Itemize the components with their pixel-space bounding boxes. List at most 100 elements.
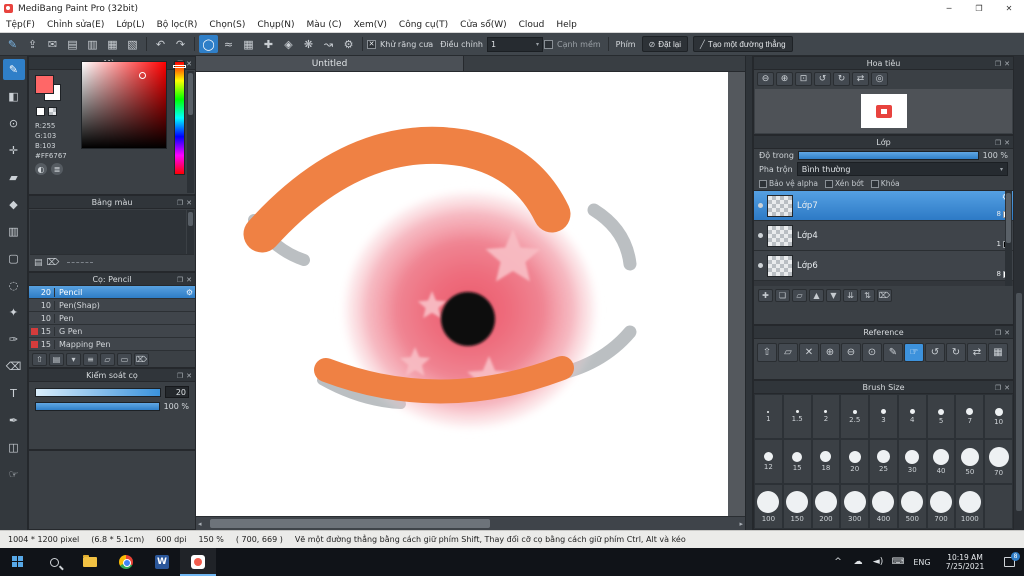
scroll-thumb[interactable] [188,73,193,115]
layer-row[interactable]: Lớp6 8 [754,251,1013,281]
popout-icon[interactable]: ❐ [177,199,183,207]
brush-size-cell[interactable]: 100 [754,484,783,529]
hand-icon[interactable]: ☞ [904,343,924,362]
close-icon[interactable]: ✕ [186,372,192,380]
layer-up-icon[interactable]: ▲ [809,289,824,302]
lock-checkbox[interactable]: Khóa [871,179,900,188]
brush-size-cell[interactable]: 2 [812,394,841,439]
horizontal-scrollbar[interactable]: ◂ ▸ [196,516,745,530]
menu-window[interactable]: Cửa sổ(W) [454,20,512,30]
add-brush-icon[interactable]: ▤ [49,353,64,366]
flip-icon[interactable]: ⇄ [852,72,869,86]
add-brush-menu-icon[interactable]: ▾ [66,353,81,366]
comment-icon[interactable]: ✉ [43,35,62,53]
clear-icon[interactable]: ✕ [799,343,819,362]
layer-row[interactable]: Lớp4 1 [754,221,1013,251]
brush-size-cell[interactable]: 1.5 [783,394,812,439]
brush-size-cell[interactable]: 150 [783,484,812,529]
bucket-tool[interactable]: ◆ [3,194,25,215]
brush-size-cell[interactable]: 700 [927,484,956,529]
brush-opacity-slider[interactable] [35,402,160,411]
brush-size-value[interactable]: 20 [165,386,189,398]
menu-view[interactable]: Xem(V) [348,20,393,30]
brush-panel-header[interactable]: Cọ: Pencil ❐ ✕ [29,273,195,286]
select-tool[interactable]: ▢ [3,248,25,269]
zoom-out-icon[interactable]: ⊖ [841,343,861,362]
soft-edge-checkbox[interactable] [544,40,553,49]
fill-shape-tool[interactable]: ▰ [3,167,25,188]
export-icon[interactable]: ⇪ [23,35,42,53]
navigator-preview[interactable] [755,89,1012,133]
taskbar-clock[interactable]: 10:19 AM 7/25/2021 [936,553,994,571]
brush-size-cell[interactable]: 200 [812,484,841,529]
brush-folder-icon[interactable]: ▱ [100,353,115,366]
protect-alpha-checkbox[interactable]: Bảo vệ alpha [759,179,818,188]
delete-brush-icon[interactable]: ⌦ [134,353,149,366]
scroll-thumb[interactable] [1006,193,1011,243]
blend-mode-dropdown[interactable]: Bình thường ▾ [797,162,1008,176]
reference-header[interactable]: Reference ❐ ✕ [754,326,1013,339]
menu-cloud[interactable]: Cloud [513,20,551,30]
zoom-in-icon[interactable]: ⊕ [776,72,793,86]
text-tool[interactable]: T [3,383,25,404]
brush-row[interactable]: 15 Mapping Pen [29,338,195,351]
rotate-left-icon[interactable]: ↺ [814,72,831,86]
color-wheel-icon[interactable]: ◐ [35,163,47,175]
palette-list[interactable] [30,210,186,254]
brush-size-cell[interactable]: 400 [869,484,898,529]
zoom-out-icon[interactable]: ⊖ [757,72,774,86]
divide-tool[interactable]: ◫ [3,437,25,458]
panel-divider[interactable] [745,56,753,530]
layer-down-icon[interactable]: ▼ [826,289,841,302]
medibang-taskbar-button[interactable] [180,548,216,576]
menu-file[interactable]: Tệp(F) [0,20,41,30]
rotate-right-icon[interactable]: ↻ [833,72,850,86]
taskbar-search-button[interactable] [36,548,72,576]
magic-wand-tool[interactable]: ✦ [3,302,25,323]
sv-cursor[interactable] [139,72,146,79]
popout-icon[interactable]: ❐ [995,139,1001,147]
brush-size-cell[interactable]: 10 [984,394,1013,439]
notification-center-button[interactable]: 8 [994,548,1024,576]
snap-parallel-icon[interactable]: ≈ [219,35,238,53]
brush-size-cell[interactable]: 1000 [955,484,984,529]
scroll-thumb[interactable] [210,519,490,528]
mini-swatch-transparent[interactable] [48,107,57,116]
primary-color-swatch[interactable] [35,75,54,94]
scroll-left-icon[interactable]: ◂ [198,520,202,528]
brush-size-slider[interactable] [35,388,161,397]
scroll-thumb[interactable] [1016,293,1022,511]
brush-size-cell[interactable]: 25 [869,439,898,484]
brush-sync-icon[interactable]: ⇧ [32,353,47,366]
brush-size-cell[interactable]: 15 [783,439,812,484]
visibility-icon[interactable] [758,263,763,268]
language-indicator[interactable]: ENG [908,548,936,576]
keyboard-icon[interactable]: ⌨ [888,548,908,576]
delete-layer-icon[interactable]: ⌦ [877,289,892,302]
menu-filter[interactable]: Bộ lọc(R) [151,20,204,30]
antialias-checkbox[interactable]: ✕ [367,40,376,49]
navigator-header[interactable]: Hoa tiêu ❐ ✕ [754,57,1013,70]
popout-icon[interactable]: ❐ [177,372,183,380]
hand-tool[interactable]: ☞ [3,464,25,485]
brush-folder2-icon[interactable]: ▭ [117,353,132,366]
snap-off-icon[interactable]: ◯ [199,35,218,53]
brush-size-cell[interactable]: 18 [812,439,841,484]
close-icon[interactable]: ✕ [1004,384,1010,392]
close-icon[interactable]: ✕ [1004,329,1010,337]
close-icon[interactable]: ✕ [186,60,192,68]
brush-size-cell[interactable]: 5 [927,394,956,439]
layer-opacity-slider[interactable] [798,151,979,160]
palette-panel-header[interactable]: Bảng màu ❐ ✕ [29,196,195,209]
document-tab[interactable]: Untitled [196,56,464,71]
material-icon[interactable]: ▧ [123,35,142,53]
maximize-button[interactable]: ❐ [964,0,994,17]
saturation-value-picker[interactable] [81,61,167,149]
chevron-up-icon[interactable]: ^ [828,548,848,576]
visibility-icon[interactable] [758,203,763,208]
brush-size-cell[interactable]: 12 [754,439,783,484]
popout-icon[interactable]: ❐ [995,329,1001,337]
brush-row[interactable]: 20 Pencil ⚙ [29,286,195,299]
pencil-icon[interactable]: ✎ [883,343,903,362]
close-icon[interactable]: ✕ [186,276,192,284]
